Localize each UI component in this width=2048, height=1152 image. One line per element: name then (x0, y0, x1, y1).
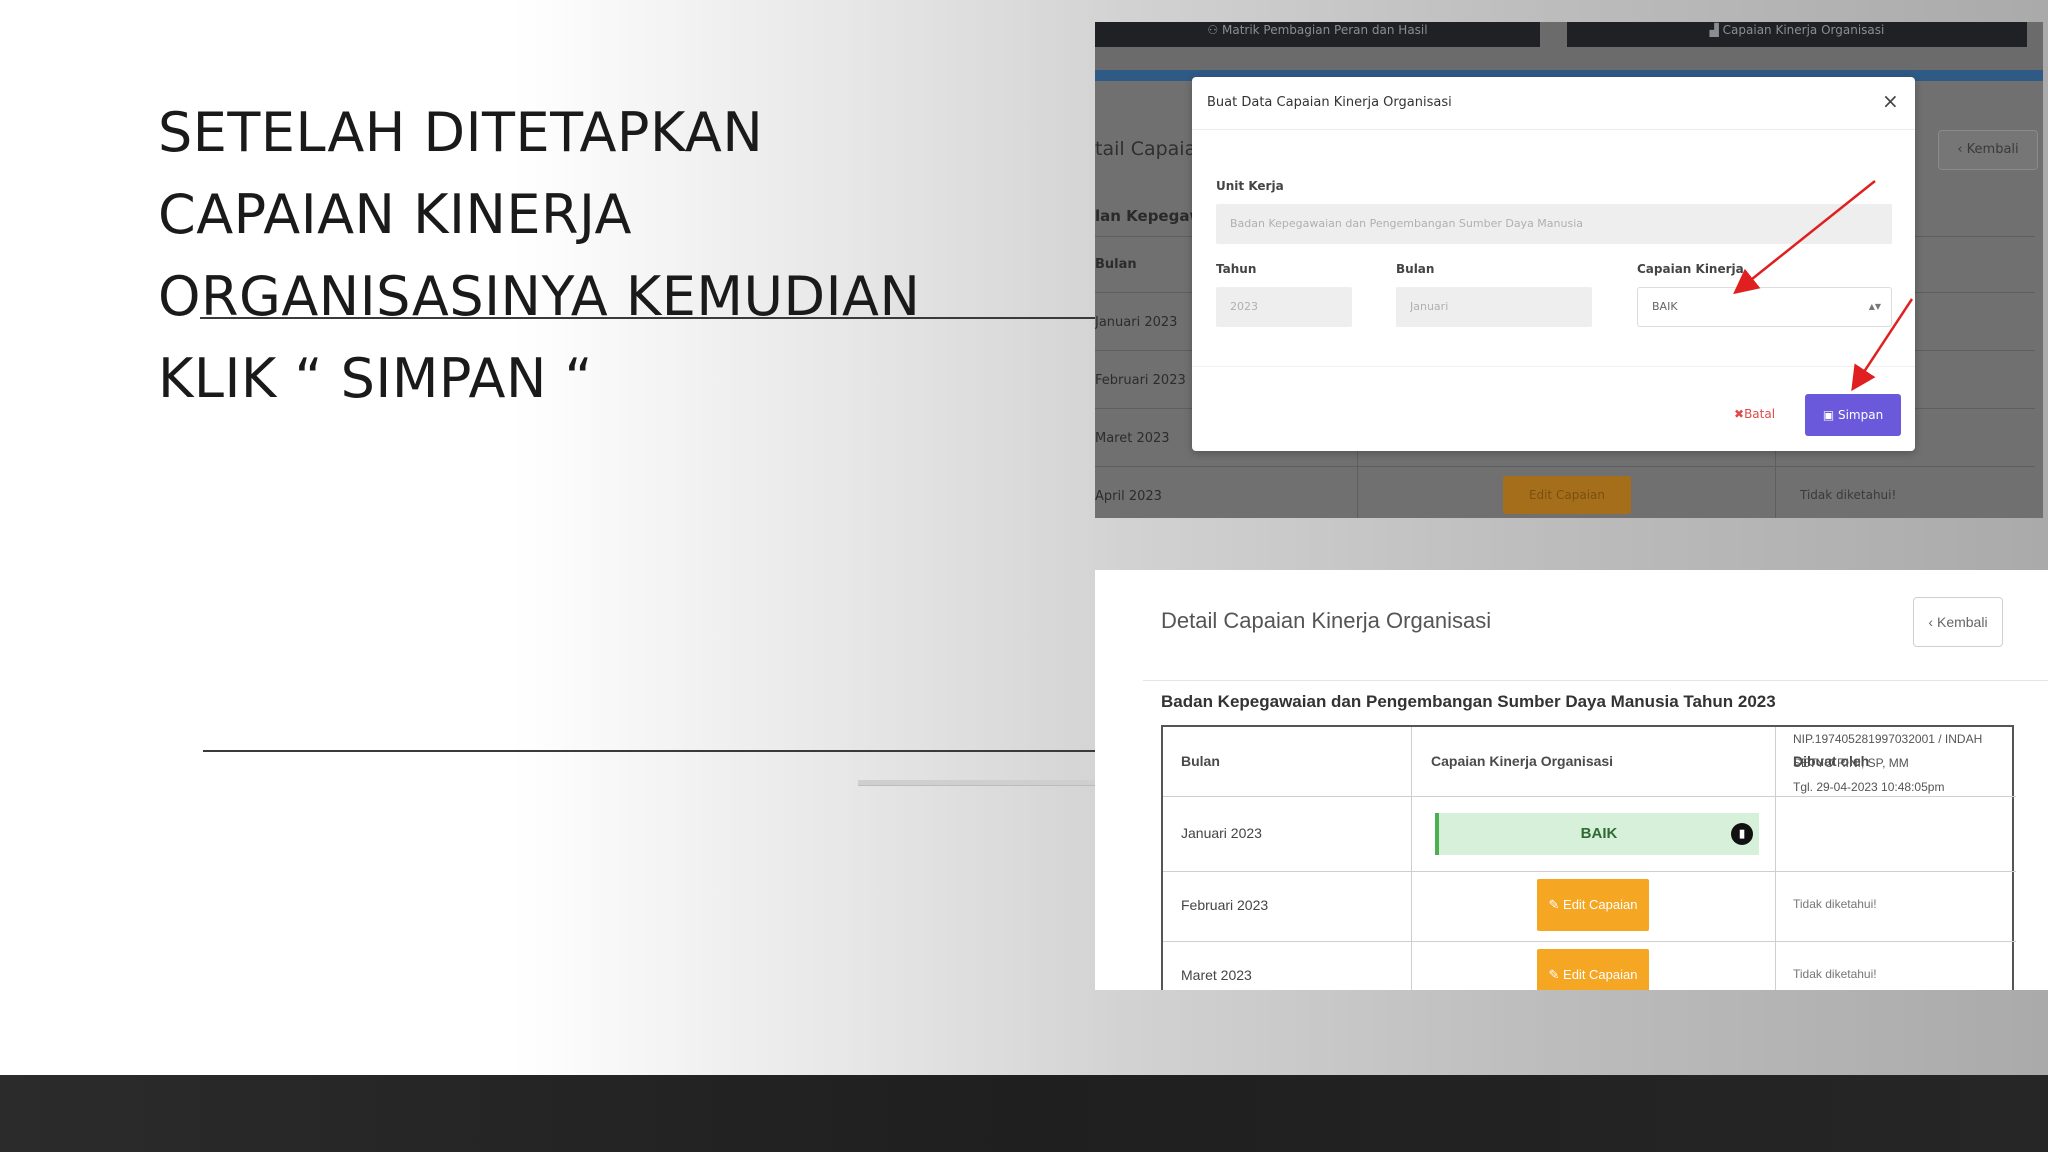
capaian-table: Bulan Capaian Kinerja Organisasi Dibuat … (1161, 725, 2016, 990)
bg-kembali-button[interactable]: ‹ Kembali (1938, 130, 2038, 170)
divider-line-bottom (203, 750, 1100, 752)
chart-icon: ▟ (1709, 23, 1723, 37)
matrik-button[interactable]: ⚇ Matrik Pembagian Peran dan Hasil (1095, 22, 1540, 47)
close-icon: ✖ (1734, 407, 1745, 421)
bulan-label: Bulan (1396, 262, 1435, 276)
row-divider (1163, 871, 2016, 872)
dibuat-oleh: Tidak diketahui! (1793, 897, 1877, 911)
create-capaian-modal: Buat Data Capaian Kinerja Organisasi × U… (1192, 77, 1915, 451)
bg-edit-capaian-button[interactable]: Edit Capaian (1503, 476, 1631, 514)
table-caption: Badan Kepegawaian dan Pengembangan Sumbe… (1161, 692, 1776, 711)
dibuat-oleh: Tidak diketahui! (1793, 967, 1877, 981)
edit-capaian-button[interactable]: ✎ Edit Capaian (1537, 949, 1649, 990)
tahun-field[interactable] (1216, 287, 1352, 327)
title-divider (1143, 680, 2048, 681)
edit-capaian-button[interactable]: ✎ Edit Capaian (1537, 879, 1649, 931)
status-badge: BAIK ▮ (1435, 813, 1759, 855)
header-capaian: Capaian Kinerja Organisasi (1431, 753, 1614, 769)
trash-icon[interactable]: ▮ (1731, 823, 1753, 845)
headline-line-3: ORGANISASINYA KEMUDIAN (158, 265, 921, 328)
unit-kerja-label: Unit Kerja (1216, 179, 1284, 193)
chevron-left-icon: ‹ (1957, 142, 1967, 157)
col-divider (1775, 727, 1776, 990)
edit-icon: ✎ (1548, 967, 1564, 982)
modal-divider (1192, 129, 1915, 130)
dibuat-oleh: NIP.197405281997032001 / INDAH SETYO RIN… (1793, 732, 1983, 794)
slide-footer-bar (0, 1075, 2048, 1152)
headline-line-1: SETELAH DITETAPKAN (158, 101, 764, 164)
row-bulan: Februari 2023 (1181, 897, 1269, 913)
row-bulan: Maret 2023 (1181, 967, 1252, 983)
row-bulan: Januari 2023 (1181, 825, 1262, 841)
modal-title: Buat Data Capaian Kinerja Organisasi (1207, 95, 1452, 110)
kembali-button[interactable]: ‹ Kembali (1913, 597, 2003, 647)
screenshot-detail-table: Detail Capaian Kinerja Organisasi ‹ Kemb… (1095, 570, 2048, 990)
batal-button[interactable]: ✖Batal (1734, 407, 1775, 421)
divider-line-top (200, 317, 1100, 319)
capaian-kinerja-select[interactable]: BAIK ▲▼ (1637, 287, 1892, 327)
capaian-kinerja-button[interactable]: ▟ Capaian Kinerja Organisasi (1567, 22, 2027, 47)
row-divider (1163, 941, 2016, 942)
screenshot-modal-form: ⚇ Matrik Pembagian Peran dan Hasil ▟ Cap… (1095, 22, 2043, 518)
page-title: Detail Capaian Kinerja Organisasi (1161, 608, 1492, 633)
header-bulan: Bulan (1181, 753, 1220, 769)
chevron-left-icon: ‹ (1928, 614, 1937, 630)
tahun-label: Tahun (1216, 262, 1257, 276)
edit-icon: ✎ (1548, 897, 1564, 912)
chevron-down-icon: ▲▼ (1868, 302, 1881, 311)
col-divider (1411, 727, 1412, 990)
network-icon: ⚇ (1207, 23, 1222, 37)
headline-line-2: CAPAIAN KINERJA (158, 183, 632, 246)
unit-kerja-field[interactable] (1216, 204, 1892, 244)
slide-headline: SETELAH DITETAPKAN CAPAIAN KINERJA ORGAN… (158, 92, 998, 420)
simpan-button[interactable]: ▣ Simpan (1805, 394, 1901, 436)
modal-footer-divider (1192, 366, 1915, 367)
capaian-kinerja-label: Capaian Kinerja (1637, 262, 1744, 276)
bg-tidak-diketahui: Tidak diketahui! (1800, 488, 1897, 502)
headline-line-4: KLIK “ SIMPAN “ (158, 347, 594, 410)
close-icon[interactable]: × (1882, 89, 1899, 113)
divider-accent (858, 780, 1100, 785)
save-icon: ▣ (1822, 408, 1838, 422)
bulan-field[interactable] (1396, 287, 1592, 327)
